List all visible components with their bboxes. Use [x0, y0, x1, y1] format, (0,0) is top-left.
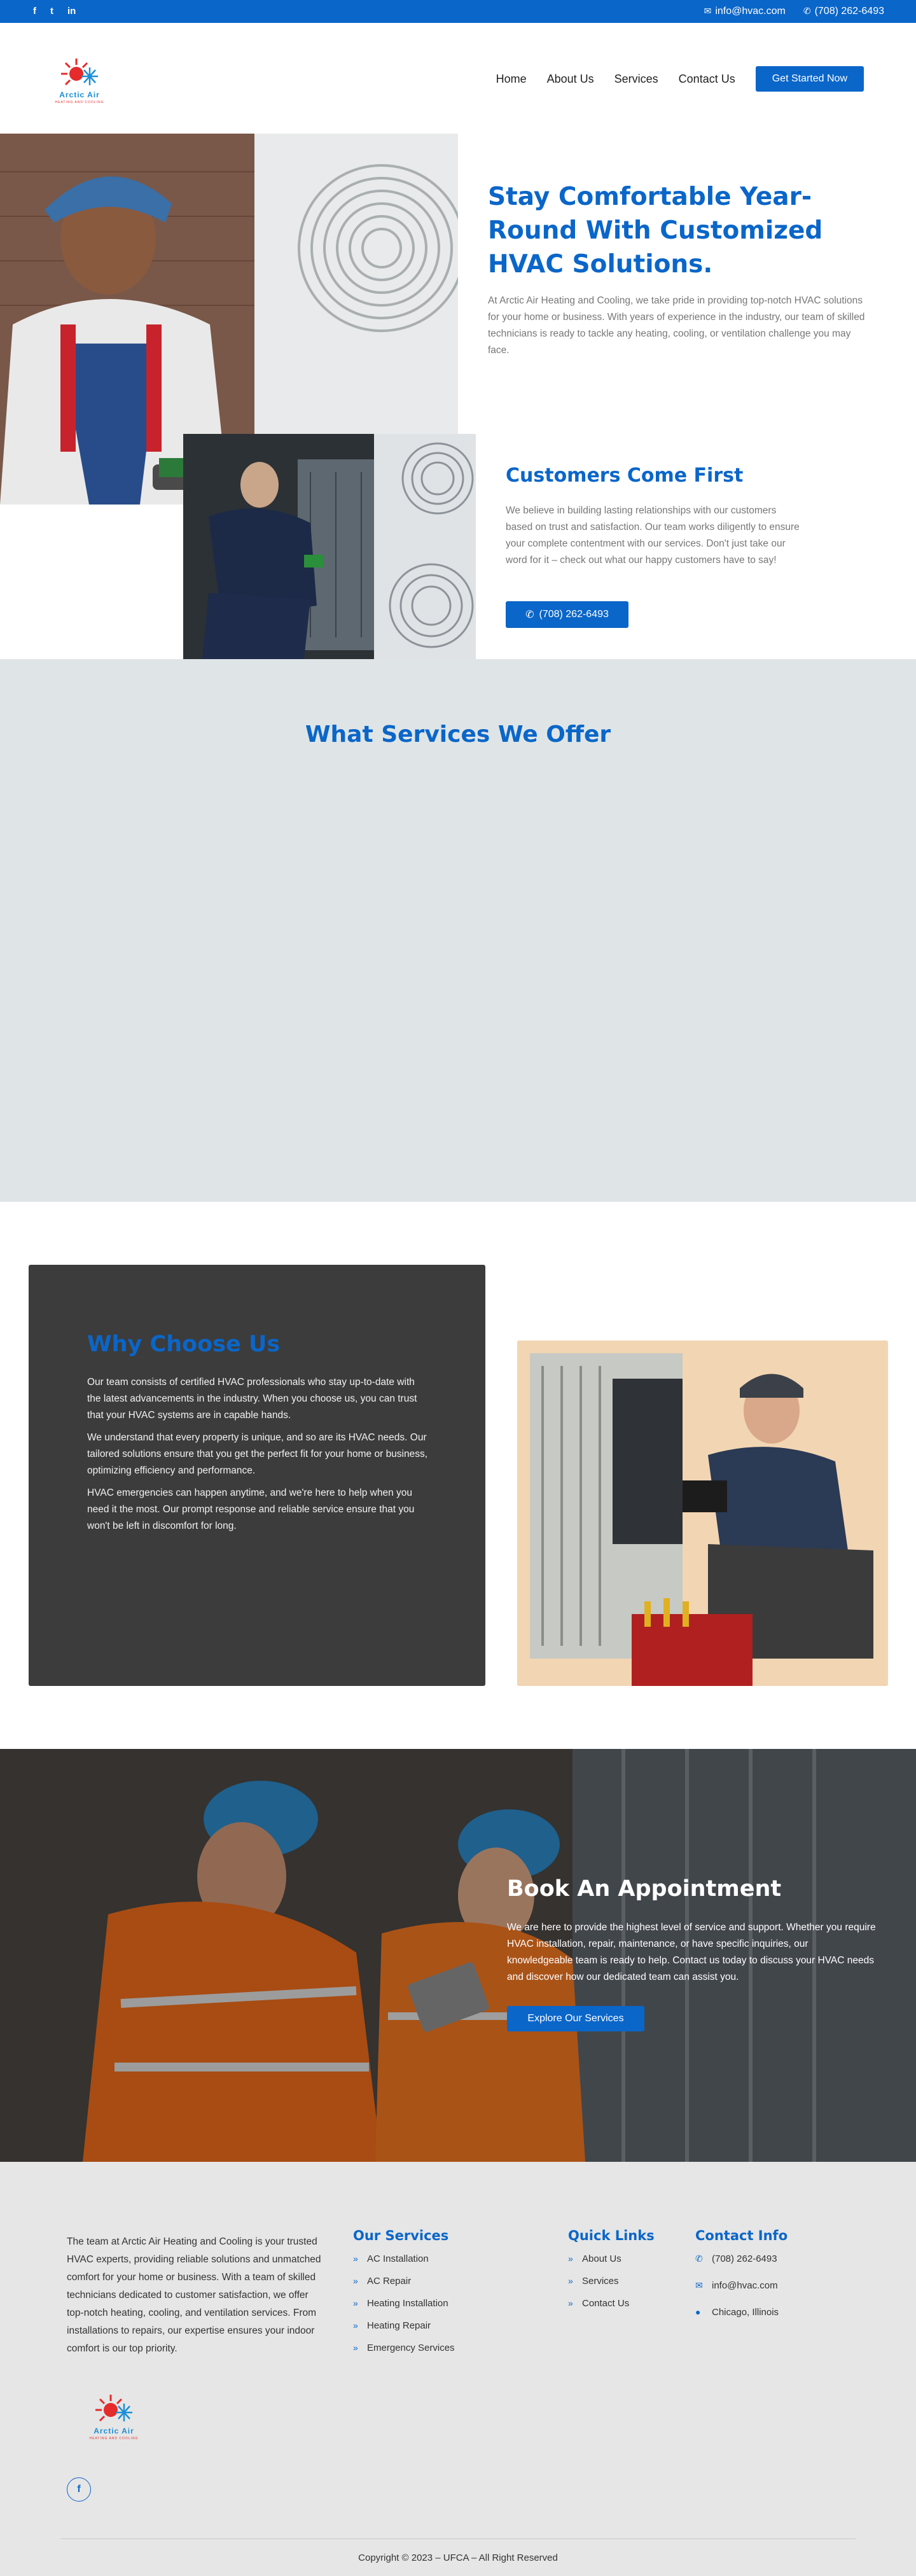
footer-services-title: Our Services: [353, 2228, 449, 2243]
footer-logo-text: Arctic Air: [94, 2426, 134, 2435]
footer-service-label: AC Installation: [367, 2253, 429, 2264]
footer-service-label: Heating Installation: [367, 2298, 448, 2309]
phone-icon: ✆: [525, 609, 534, 620]
why-paragraph: Our team consists of certified HVAC prof…: [87, 1377, 417, 1421]
top-contact: ✉ info@hvac.com ✆ (708) 262-6493: [704, 6, 884, 17]
why-paragraphs: Our team consists of certified HVAC prof…: [87, 1374, 431, 1540]
main-nav: Home About Us Services Contact Us Get St…: [496, 66, 884, 92]
technician-unit-photo: [183, 434, 476, 659]
footer-location-text: Chicago, Illinois: [712, 2307, 779, 2318]
appointment-title: Book An Appointment: [507, 1876, 782, 1902]
why-title: Why Choose Us: [87, 1332, 281, 1357]
customers-title: Customers Come First: [506, 464, 744, 487]
footer-email-text: info@hvac.com: [712, 2280, 778, 2291]
footer-service-link[interactable]: » Heating Repair: [353, 2320, 455, 2343]
footer-logo-subtext: HEATING AND COOLING: [89, 2437, 139, 2440]
twitter-icon[interactable]: t: [50, 6, 53, 17]
footer-contact-title: Contact Info: [695, 2228, 788, 2243]
footer-service-label: Heating Repair: [367, 2320, 431, 2331]
double-chevron-icon: »: [568, 2276, 573, 2286]
footer-quick-link-label: About Us: [582, 2253, 621, 2264]
footer-contact-column: Contact Info ✆ (708) 262-6493 ✉ info@hvac.…: [695, 2228, 788, 2334]
footer-service-label: Emergency Services: [367, 2343, 455, 2353]
site-footer: The team at Arctic Air Heating and Cooli…: [0, 2162, 916, 2576]
footer-services-column: Our Services » AC Installation » AC Repair…: [353, 2228, 455, 2365]
logo-text: Arctic Air: [59, 90, 100, 99]
site-logo[interactable]: Arctic Air HEATING AND COOLING: [48, 47, 111, 109]
nav-contact-us[interactable]: Contact Us: [679, 73, 735, 86]
footer-divider: [60, 2538, 856, 2539]
footer-service-link[interactable]: » Heating Installation: [353, 2298, 455, 2320]
customers-description: We believe in building lasting relations…: [506, 505, 800, 566]
footer-quick-link[interactable]: » Contact Us: [568, 2298, 655, 2320]
appointment-description: We are here to provide the highest level…: [507, 1922, 876, 1982]
hero-description: At Arctic Air Heating and Cooling, we ta…: [488, 295, 865, 356]
footer-service-label: AC Repair: [367, 2276, 412, 2287]
why-paragraph: We understand that every property is uni…: [87, 1432, 428, 1476]
envelope-icon: ✉: [695, 2280, 703, 2290]
get-started-button[interactable]: Get Started Now: [755, 66, 864, 92]
footer-quick-link-label: Services: [582, 2276, 619, 2287]
phone-icon: ✆: [803, 6, 811, 16]
footer-quick-link[interactable]: » About Us: [568, 2253, 655, 2276]
double-chevron-icon: »: [568, 2253, 573, 2264]
why-technician-photo: [517, 1340, 888, 1686]
footer-email-link[interactable]: ✉ info@hvac.com: [695, 2280, 788, 2307]
why-choose-card: Why Choose Us Our team consists of certi…: [29, 1265, 485, 1686]
appointment-section: Book An Appointment We are here to provi…: [0, 1749, 916, 2162]
top-phone-text: (708) 262-6493: [814, 6, 884, 17]
linkedin-icon[interactable]: in: [67, 6, 76, 17]
hero-title: Stay Comfortable Year-Round With Customi…: [488, 183, 823, 279]
facebook-icon[interactable]: f: [33, 6, 36, 17]
double-chevron-icon: »: [353, 2343, 358, 2353]
footer-service-link[interactable]: » AC Repair: [353, 2276, 455, 2298]
footer-links-column: Quick Links » About Us » Services » Contact…: [568, 2228, 655, 2320]
call-phone-label: (708) 262-6493: [539, 609, 609, 620]
double-chevron-icon: »: [353, 2253, 358, 2264]
double-chevron-icon: »: [353, 2298, 358, 2308]
footer-phone-link[interactable]: ✆ (708) 262-6493: [695, 2253, 788, 2280]
nav-services[interactable]: Services: [614, 73, 658, 86]
why-paragraph: HVAC emergencies can happen anytime, and…: [87, 1487, 415, 1531]
envelope-icon: ✉: [704, 6, 712, 16]
copyright-text: Copyright © 2023 – UFCA – All Right Rese…: [358, 2552, 558, 2563]
phone-icon: ✆: [695, 2253, 703, 2264]
footer-phone-text: (708) 262-6493: [712, 2253, 777, 2264]
footer-logo[interactable]: Arctic Air HEATING AND COOLING: [83, 2383, 145, 2446]
footer-links-title: Quick Links: [568, 2228, 655, 2243]
nav-home[interactable]: Home: [496, 73, 527, 86]
footer-service-link[interactable]: » Emergency Services: [353, 2343, 455, 2365]
footer-facebook-icon[interactable]: f: [67, 2477, 91, 2502]
footer-service-link[interactable]: » AC Installation: [353, 2253, 455, 2276]
logo-subtext: HEATING AND COOLING: [55, 101, 104, 104]
double-chevron-icon: »: [568, 2298, 573, 2308]
nav-about-us[interactable]: About Us: [547, 73, 594, 86]
services-title: What Services We Offer: [305, 721, 611, 748]
map-pin-icon: ●: [695, 2307, 701, 2317]
footer-location: ● Chicago, Illinois: [695, 2307, 788, 2334]
call-phone-button[interactable]: ✆ (708) 262-6493: [506, 601, 628, 628]
footer-quick-link[interactable]: » Services: [568, 2276, 655, 2298]
double-chevron-icon: »: [353, 2320, 358, 2330]
explore-services-button[interactable]: Explore Our Services: [507, 2006, 644, 2031]
top-phone-link[interactable]: ✆ (708) 262-6493: [803, 6, 884, 17]
footer-about-text: The team at Arctic Air Heating and Cooli…: [67, 2236, 321, 2354]
top-bar: f t in ✉ info@hvac.com ✆ (708) 262-6493: [0, 0, 916, 23]
top-email-text: info@hvac.com: [715, 6, 786, 17]
top-email-link[interactable]: ✉ info@hvac.com: [704, 6, 786, 17]
footer-quick-link-label: Contact Us: [582, 2298, 630, 2309]
social-links: f t in: [33, 6, 76, 17]
double-chevron-icon: »: [353, 2276, 358, 2286]
site-header: Arctic Air HEATING AND COOLING Home Abou…: [0, 23, 916, 134]
services-section: What Services We Offer: [0, 659, 916, 1202]
